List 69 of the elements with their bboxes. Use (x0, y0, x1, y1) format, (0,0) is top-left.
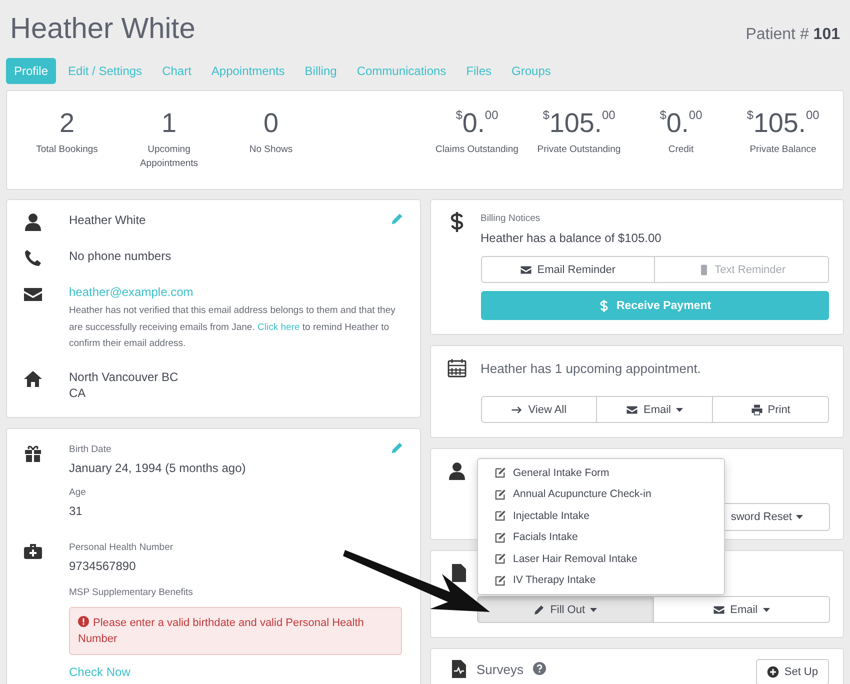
menu-item[interactable]: Annual Acupuncture Check-in (478, 484, 724, 505)
set-up-button[interactable]: Set Up (756, 659, 829, 684)
appointment-button[interactable]: View All (480, 396, 598, 423)
reminder-button[interactable]: Email Reminder (480, 256, 656, 283)
stat-label: Private Outstanding (536, 143, 622, 156)
surveys-title: Surveys (476, 662, 524, 677)
section-label: Billing Notices (480, 212, 540, 225)
person-icon (23, 212, 43, 232)
envelope-icon (520, 264, 532, 276)
person-icon (446, 461, 466, 481)
edit-icon (495, 488, 506, 500)
edit-icon (495, 574, 506, 586)
edit-icon (495, 553, 506, 564)
help-icon[interactable] (533, 662, 546, 675)
stat-label: Upcoming Appointments (138, 143, 200, 170)
stat-value: 0 (263, 107, 279, 139)
stat-label: Claims Outstanding (434, 143, 520, 156)
printer-icon (750, 404, 763, 416)
caret-icon (762, 608, 770, 612)
field-label: Birth Date (69, 442, 112, 456)
menu-item[interactable]: General Intake Form (478, 462, 724, 484)
caret-icon (796, 515, 803, 519)
dollar-icon (598, 300, 610, 312)
phone-text: No phone numbers (69, 248, 172, 265)
menu-item[interactable]: IV Therapy Intake (478, 570, 724, 591)
pencil-icon (533, 604, 546, 616)
patient-number: Patient # 101 (746, 26, 840, 44)
field-label: MSP Supplementary Benefits (69, 586, 193, 598)
field-label: Personal Health Number (69, 540, 174, 554)
address-line: North Vancouver BC (69, 368, 178, 384)
appointment-summary: Heather has 1 upcoming appointment. (480, 360, 702, 378)
health-number: 9734567890 (69, 558, 136, 574)
survey-document-icon (450, 659, 466, 679)
plus-circle-icon (767, 666, 780, 678)
menu-item[interactable]: Laser Hair Removal Intake (478, 548, 724, 570)
gift-icon (23, 442, 43, 462)
envelope-icon (626, 404, 638, 416)
stat-value: 2 (59, 107, 75, 139)
appointment-button[interactable]: Email (596, 396, 714, 423)
pencil-icon[interactable] (390, 212, 404, 226)
patient-name: Heather White (10, 12, 196, 46)
appointment-button[interactable]: Print (712, 396, 829, 423)
caret-icon (590, 608, 598, 612)
pencil-icon[interactable] (390, 440, 404, 454)
form-button[interactable]: Email (652, 596, 830, 623)
email-notice: Heather has not verified that this email address belongs to them and that they are successfully receiving emails from Jane. Click here to remind Heather to confirm their email address. (69, 304, 396, 351)
address-line: CA (69, 384, 86, 400)
house-icon (23, 368, 43, 388)
age-value: 31 (69, 502, 82, 518)
edit-icon (495, 467, 506, 478)
contact-name: Heather White (69, 212, 146, 229)
field-label: Age (69, 486, 86, 498)
form-button[interactable]: Fill Out (476, 596, 654, 623)
stat-label: Private Balance (748, 143, 818, 156)
balance-text: Heather has a balance of $105.00 (480, 230, 662, 246)
arrow-icon (511, 404, 524, 416)
stat-label: No Shows (248, 143, 294, 156)
calendar-icon (446, 358, 466, 378)
edit-icon (495, 532, 506, 543)
birth-date: January 24, 1994 (5 months ago) (69, 460, 246, 476)
phone-icon (23, 248, 43, 268)
exclamation-icon (78, 616, 89, 626)
stat-label: Total Bookings (35, 143, 99, 156)
error-alert: Please enter a valid birthdate and valid Personal Health Number (69, 606, 402, 654)
envelope-icon (713, 604, 726, 616)
stat-label: Credit (667, 143, 695, 156)
stat-value: 1 (161, 107, 177, 139)
edit-icon (495, 510, 506, 522)
document-icon (450, 563, 466, 583)
